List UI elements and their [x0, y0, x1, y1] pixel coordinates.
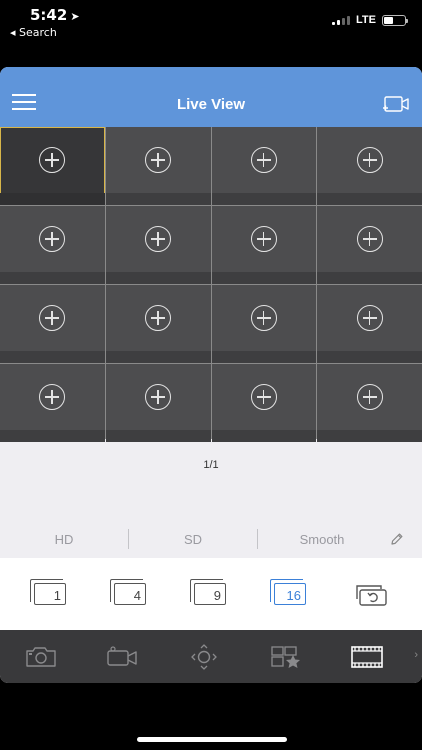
record-all-icon[interactable]	[382, 95, 410, 113]
add-camera-icon[interactable]	[145, 226, 172, 252]
add-camera-icon[interactable]	[145, 384, 172, 410]
bottom-toolbar: ›	[0, 630, 422, 683]
add-camera-icon[interactable]	[39, 147, 66, 173]
home-indicator	[137, 737, 287, 742]
quality-bar: HD SD Smooth	[0, 520, 422, 558]
layout-16-button[interactable]: 16	[270, 579, 306, 605]
favorites-icon[interactable]	[269, 644, 303, 670]
ptz-icon[interactable]	[187, 643, 221, 670]
layout-9-button[interactable]: 9	[190, 579, 226, 605]
page-indicator: 1/1	[203, 459, 219, 471]
camera-grid	[0, 127, 422, 442]
add-camera-icon[interactable]	[356, 384, 383, 410]
layout-bar: 1 4 9 16	[0, 558, 422, 630]
layout-16-label: 16	[286, 588, 301, 603]
camera-cell[interactable]	[0, 127, 105, 205]
pencil-icon[interactable]	[390, 532, 404, 546]
camera-cell[interactable]	[105, 364, 211, 442]
quality-hd[interactable]: HD	[0, 532, 128, 547]
add-camera-icon[interactable]	[39, 226, 66, 252]
status-time: 5:42 ➤	[30, 6, 80, 24]
signal-icon	[332, 15, 351, 25]
snapshot-icon[interactable]	[24, 644, 58, 670]
status-indicators: LTE	[332, 14, 408, 26]
live-view-screen: Live View 1/1 HD SD Smooth 1 4 9 16 ›	[0, 67, 422, 683]
camera-cell[interactable]	[105, 285, 211, 363]
status-bar: 5:42 ➤ ◂ Search LTE	[0, 0, 422, 44]
layout-9-label: 9	[213, 588, 221, 603]
camera-cell[interactable]	[211, 127, 317, 205]
camera-cell[interactable]	[105, 127, 211, 205]
layout-1-button[interactable]: 1	[30, 579, 66, 605]
location-arrow-icon: ➤	[70, 10, 80, 23]
layout-1-label: 1	[53, 588, 61, 603]
layout-4-button[interactable]: 4	[110, 579, 146, 605]
time-text: 5:42	[30, 6, 68, 24]
camera-cell[interactable]	[211, 206, 317, 284]
window-rotate-icon[interactable]	[354, 581, 388, 607]
add-camera-icon[interactable]	[145, 305, 172, 331]
add-camera-icon[interactable]	[39, 384, 66, 410]
add-camera-icon[interactable]	[250, 384, 277, 410]
add-camera-icon[interactable]	[250, 305, 277, 331]
add-camera-icon[interactable]	[145, 147, 172, 173]
add-camera-icon[interactable]	[356, 305, 383, 331]
layout-4-label: 4	[133, 588, 141, 603]
camera-cell[interactable]	[317, 206, 422, 284]
playback-film-icon[interactable]	[350, 644, 384, 670]
camera-cell[interactable]	[317, 127, 422, 205]
more-chevron-icon[interactable]: ›	[414, 649, 418, 661]
camera-cell[interactable]	[317, 364, 422, 442]
camera-cell[interactable]	[0, 364, 105, 442]
network-label: LTE	[356, 14, 376, 26]
camera-cell[interactable]	[317, 285, 422, 363]
quality-sd[interactable]: SD	[129, 532, 257, 547]
camera-cell[interactable]	[0, 206, 105, 284]
add-camera-icon[interactable]	[39, 305, 66, 331]
page-title: Live View	[176, 96, 246, 113]
header-bar: Live View	[0, 67, 422, 127]
camera-cell[interactable]	[0, 285, 105, 363]
add-camera-icon[interactable]	[250, 226, 277, 252]
add-camera-icon[interactable]	[250, 147, 277, 173]
back-to-search-link[interactable]: ◂ Search	[10, 26, 57, 39]
battery-icon	[382, 14, 408, 26]
camera-cell[interactable]	[105, 206, 211, 284]
camera-cell[interactable]	[211, 285, 317, 363]
camera-cell[interactable]	[211, 364, 317, 442]
add-camera-icon[interactable]	[356, 147, 383, 173]
record-icon[interactable]	[105, 644, 139, 670]
add-camera-icon[interactable]	[356, 226, 383, 252]
quality-smooth[interactable]: Smooth	[258, 532, 386, 547]
